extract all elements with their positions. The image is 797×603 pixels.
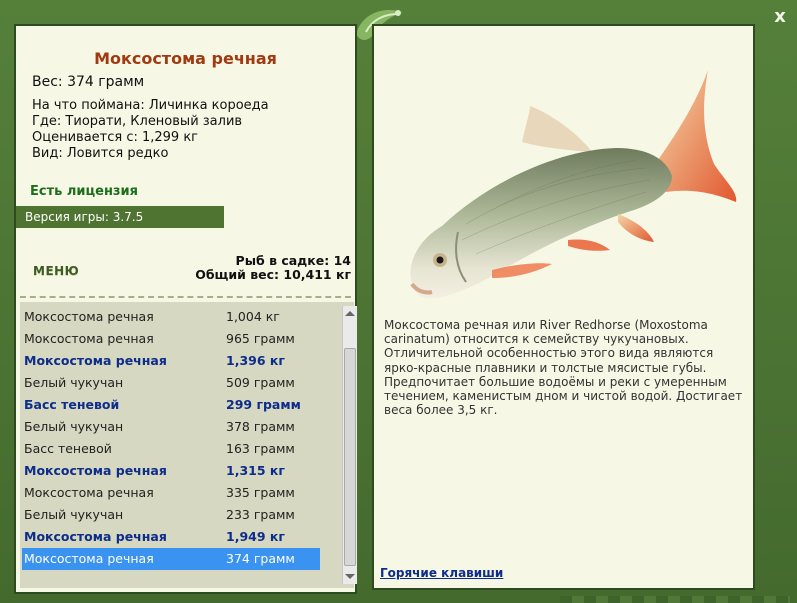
catch-row[interactable]: Моксостома речная 374 грамм (22, 548, 320, 570)
catch-row[interactable]: Белый чукучан 233 грамм (22, 504, 320, 526)
catch-row-name: Моксостома речная (24, 529, 167, 544)
catch-info-panel: Моксостома речная Вес: 374 грамм На что … (14, 24, 357, 594)
fish-description: Моксостома речная или River Redhorse (Mo… (384, 318, 743, 418)
catch-row[interactable]: Моксостома речная 1,004 кг (22, 306, 320, 328)
catch-row-name: Моксостома речная (24, 551, 154, 566)
catch-row-weight: 1,004 кг (226, 309, 280, 324)
divider (20, 296, 351, 298)
game-window-frame: x Моксостома речная Вес: 374 грамм На чт… (0, 0, 797, 603)
catch-row-weight: 233 грамм (226, 507, 295, 522)
catch-row-weight: 163 грамм (226, 441, 295, 456)
scroll-down-icon[interactable] (345, 574, 355, 579)
catch-row-weight: 1,396 кг (226, 353, 285, 368)
catch-row-name: Белый чукучан (24, 507, 124, 522)
catch-row-name: Моксостома речная (24, 463, 167, 478)
catch-row-weight: 378 грамм (226, 419, 295, 434)
scroll-thumb[interactable] (344, 348, 356, 566)
catch-row-weight: 374 грамм (226, 551, 295, 566)
license-status: Есть лицензия (30, 184, 138, 199)
catch-row-weight: 335 грамм (226, 485, 295, 500)
catch-row[interactable]: Белый чукучан 378 грамм (22, 416, 320, 438)
fish-kind: Вид: Ловится редко (32, 146, 169, 161)
catch-row-name: Моксостома речная (24, 309, 154, 324)
catch-row-name: Белый чукучан (24, 419, 124, 434)
catch-row-weight: 965 грамм (226, 331, 295, 346)
catch-row[interactable]: Белый чукучан 509 грамм (22, 372, 320, 394)
catch-row[interactable]: Моксостома речная 1,396 кг (22, 350, 320, 372)
scroll-up-icon[interactable] (345, 311, 355, 316)
catch-row-weight: 1,315 кг (226, 463, 285, 478)
fish-bait: На что поймана: Личинка короеда (32, 98, 269, 113)
fish-location: Где: Тиорати, Кленовый залив (32, 114, 243, 129)
menu-button[interactable]: МЕНЮ (33, 264, 79, 278)
fish-description-panel: Моксостома речная или River Redhorse (Mo… (372, 24, 755, 590)
catch-row-weight: 509 грамм (226, 375, 295, 390)
catch-row-name: Моксостома речная (24, 331, 154, 346)
close-button[interactable]: x (768, 6, 792, 28)
catch-row-name: Басс теневой (24, 397, 120, 412)
catch-row[interactable]: Моксостома речная 965 грамм (22, 328, 320, 350)
catch-row-weight: 299 грамм (226, 397, 301, 412)
decorative-strip (560, 596, 790, 603)
fish-image (410, 70, 737, 299)
catch-row[interactable]: Моксостома речная 1,315 кг (22, 460, 320, 482)
hotkeys-link[interactable]: Горячие клавиши (380, 566, 503, 580)
catch-stats: Рыб в садке: 14 Общий вес: 10,411 кг (195, 254, 351, 282)
catch-row-name: Моксостома речная (24, 485, 154, 500)
scrollbar[interactable] (342, 306, 357, 584)
catch-row[interactable]: Моксостома речная 335 грамм (22, 482, 320, 504)
catch-row[interactable]: Басс теневой 163 грамм (22, 438, 320, 460)
catch-row-weight: 1,949 кг (226, 529, 285, 544)
catch-row[interactable]: Моксостома речная 1,949 кг (22, 526, 320, 548)
catch-row-name: Белый чукучан (24, 375, 124, 390)
fish-valuation: Оценивается с: 1,299 кг (32, 130, 199, 145)
fish-title: Моксостома речная (94, 49, 277, 68)
catch-list: Моксостома речная 1,004 кг Моксостома речн… (20, 302, 357, 588)
catch-row[interactable]: Басс теневой 299 грамм (22, 394, 320, 416)
catch-row-name: Басс теневой (24, 441, 112, 456)
close-icon: x (774, 6, 786, 27)
catch-row-name: Моксостома речная (24, 353, 167, 368)
total-weight: Общий вес: 10,411 кг (195, 267, 351, 282)
game-version: Версия игры: 3.7.5 (16, 206, 224, 228)
fish-weight: Вес: 374 грамм (32, 74, 145, 90)
fish-count: Рыб в садке: 14 (235, 253, 351, 268)
